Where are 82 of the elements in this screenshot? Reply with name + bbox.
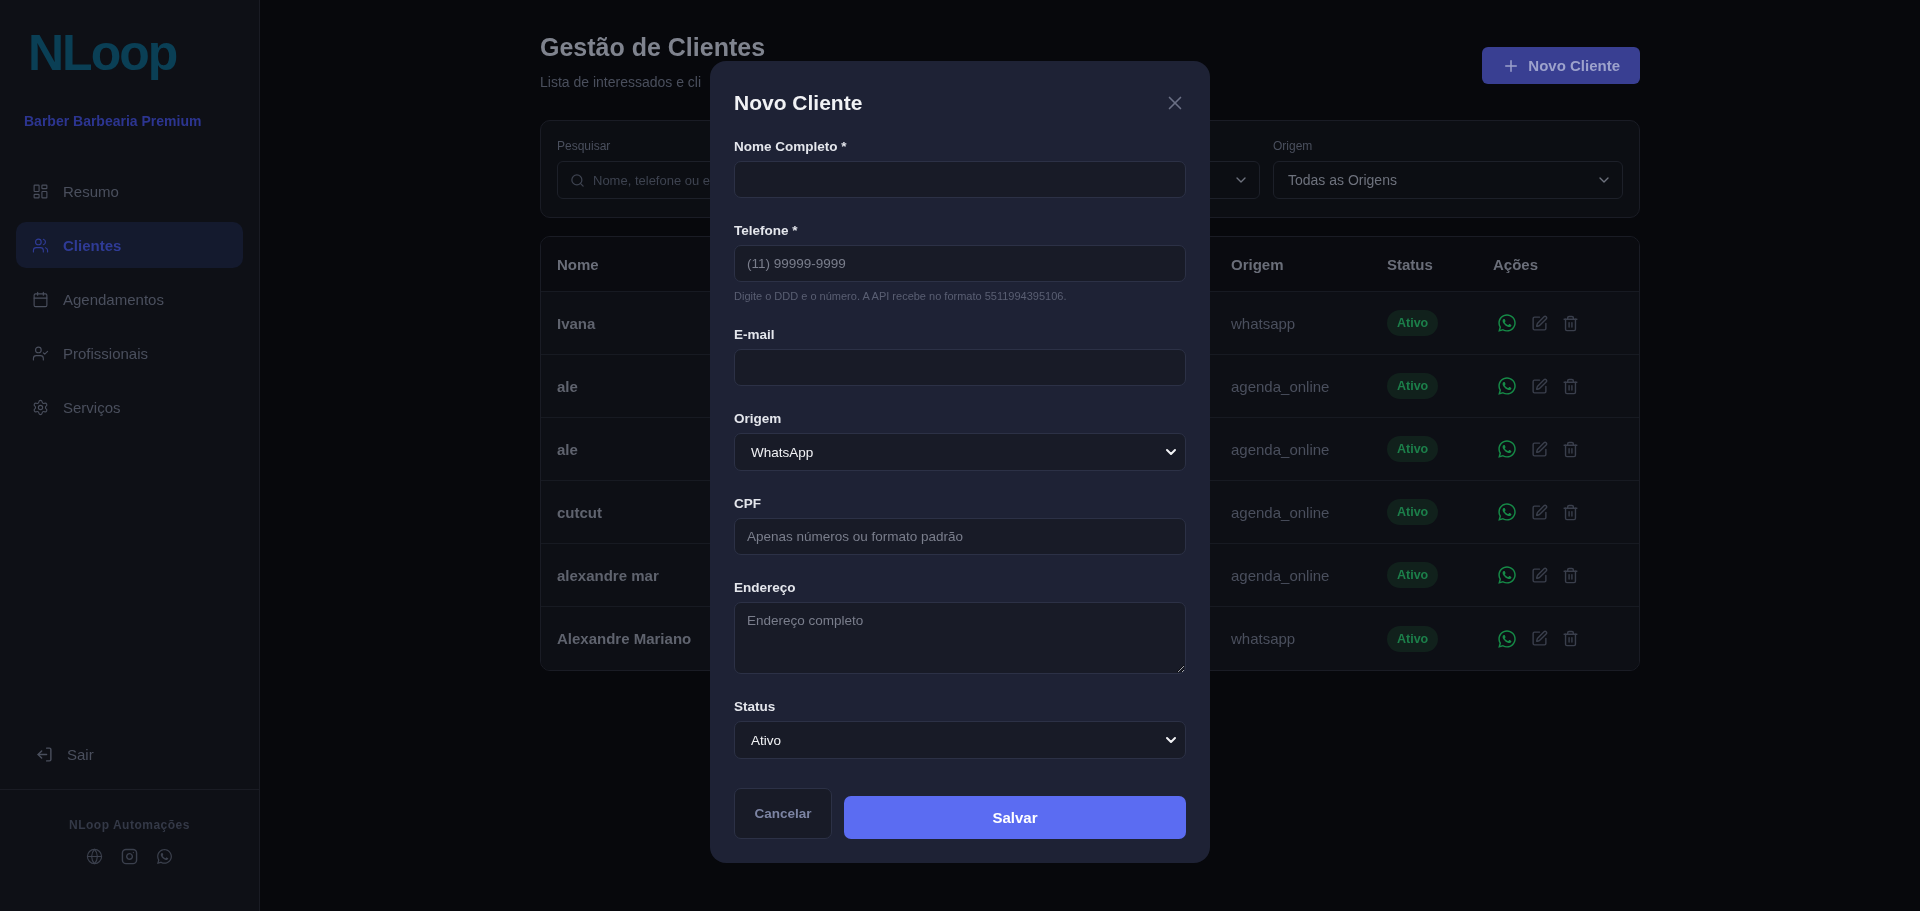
field-hint: Digite o DDD e o número. A API recebe no formato 5511994395106. — [734, 290, 1067, 302]
whatsapp-icon[interactable] — [1497, 565, 1517, 585]
column-header: Ações — [1493, 255, 1539, 273]
column-header: Nome — [557, 255, 599, 273]
field-label: E-mail — [734, 327, 775, 342]
edit-icon[interactable] — [1531, 440, 1548, 458]
client-origin: whatsapp — [1231, 630, 1296, 647]
client-origin: agenda_online — [1231, 503, 1330, 521]
client-origin: agenda_online — [1231, 377, 1330, 395]
client-origin: whatsapp — [1231, 314, 1296, 332]
status-badge: Ativo — [1387, 499, 1439, 525]
whatsapp-icon[interactable] — [1497, 376, 1517, 396]
calendar-icon — [32, 290, 49, 308]
user-check-icon — [32, 344, 49, 362]
logout-icon — [36, 745, 53, 763]
edit-icon[interactable] — [1531, 630, 1548, 647]
trash-icon[interactable] — [1562, 440, 1579, 458]
trash-icon[interactable] — [1562, 566, 1579, 584]
origin-select[interactable]: Todas as Origens — [1273, 161, 1623, 199]
whatsapp-icon[interactable] — [1497, 502, 1517, 522]
column-header: Status — [1387, 255, 1433, 273]
users-icon — [32, 236, 49, 254]
nav-item[interactable]: Agendamentos — [16, 276, 243, 322]
client-name: Ivana — [557, 314, 596, 332]
select-field[interactable]: Ativo — [734, 721, 1186, 759]
status-badge: Ativo — [1387, 562, 1439, 588]
client-name: cutcut — [557, 503, 602, 521]
input-field[interactable] — [734, 349, 1186, 386]
filter-label: Pesquisar — [557, 139, 611, 153]
whatsapp-icon[interactable] — [1497, 313, 1517, 333]
new-client-button[interactable]: Novo Cliente — [1482, 47, 1640, 84]
filter-label: Origem — [1273, 139, 1313, 153]
cancel-button[interactable]: Cancelar — [734, 788, 832, 839]
input-field[interactable]: Apenas números ou formato padrão — [734, 518, 1186, 555]
nav-item[interactable]: Serviços — [16, 384, 243, 430]
client-origin: agenda_online — [1231, 566, 1330, 584]
trash-icon[interactable] — [1562, 503, 1579, 521]
settings-icon — [32, 398, 49, 416]
whatsapp-icon[interactable] — [1497, 628, 1517, 649]
status-badge: Ativo — [1387, 625, 1439, 652]
page-subtitle: Lista de interessados e cli — [540, 74, 702, 90]
whatsapp-icon[interactable] — [156, 848, 173, 865]
nav-item[interactable]: Profissionais — [16, 330, 243, 376]
select-field[interactable]: WhatsApp — [734, 433, 1186, 471]
edit-icon[interactable] — [1531, 314, 1548, 332]
nav-item[interactable]: Resumo — [16, 168, 243, 214]
client-origin: agenda_online — [1231, 440, 1330, 458]
field-label: Endereço — [734, 580, 796, 595]
status-badge: Ativo — [1387, 373, 1439, 399]
edit-icon[interactable] — [1531, 377, 1548, 395]
business-name: Barber Barbearia Premium — [23, 112, 203, 129]
field-label: Telefone * — [734, 223, 798, 238]
instagram-icon[interactable] — [121, 848, 138, 865]
client-name: alexandre mar — [557, 566, 659, 584]
client-name: ale — [557, 440, 578, 458]
trash-icon[interactable] — [1562, 377, 1579, 395]
field-label: Nome Completo * — [734, 139, 847, 154]
client-name: Alexandre Mariano — [557, 630, 692, 647]
field-label: CPF — [734, 496, 761, 511]
input-field[interactable]: (11) 99999-9999 — [734, 245, 1186, 282]
trash-icon[interactable] — [1562, 314, 1579, 332]
save-button[interactable]: Salvar — [844, 796, 1186, 839]
status-badge: Ativo — [1387, 310, 1439, 336]
whatsapp-icon[interactable] — [1497, 439, 1517, 459]
dashboard-icon — [32, 182, 49, 200]
nav-item[interactable]: Clientes — [16, 222, 243, 268]
column-header: Origem — [1231, 255, 1284, 273]
field-label: Status — [734, 699, 776, 714]
globe-icon[interactable] — [86, 848, 103, 865]
input-field[interactable] — [734, 161, 1186, 198]
logo: NLoop — [28, 28, 177, 78]
search-icon — [570, 172, 585, 188]
text-area[interactable]: Endereço completo — [734, 602, 1186, 674]
status-badge: Ativo — [1387, 436, 1439, 462]
edit-icon[interactable] — [1531, 566, 1548, 584]
edit-icon[interactable] — [1531, 503, 1548, 521]
trash-icon[interactable] — [1562, 630, 1579, 647]
field-label: Origem — [734, 411, 782, 426]
page-title: Gestão de Clientes — [540, 36, 766, 58]
logout-link[interactable]: Sair — [0, 731, 259, 777]
dialog-title: Novo Cliente — [734, 91, 863, 115]
client-name: ale — [557, 377, 578, 395]
